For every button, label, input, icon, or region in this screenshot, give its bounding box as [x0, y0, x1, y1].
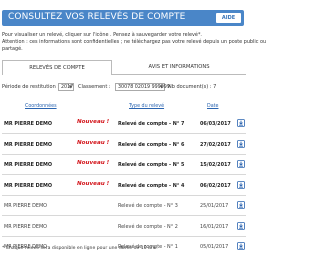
download-icon[interactable] [237, 221, 245, 230]
row-type: Relevé de compte - N° 5 [118, 162, 185, 168]
intro-line-1: Pour visualiser un relevé, cliquer sur l… [2, 32, 202, 38]
row-date: 15/02/2017 [200, 162, 231, 168]
help-button[interactable]: AIDE [216, 13, 241, 23]
tab-bar: RELEVÉS DE COMPTE AVIS ET INFORMATIONS [2, 60, 246, 75]
tab-avis[interactable]: AVIS ET INFORMATIONS [112, 60, 246, 75]
row-date: 16/01/2017 [200, 223, 229, 230]
filters-bar: Période de restitution : 2017 ▼ Classeme… [2, 83, 246, 93]
period-label: Période de restitution : [2, 84, 60, 90]
row-type: Relevé de compte - N° 6 [118, 141, 185, 148]
page-header: CONSULTEZ VOS RELEVÉS DE COMPTE AIDE [2, 10, 244, 26]
footnote: * Chaque relevé sera disponible en ligne… [2, 246, 158, 251]
download-icon[interactable] [237, 201, 245, 209]
download-icon[interactable] [237, 242, 245, 250]
row-owner: MR PIERRE DEMO [4, 141, 53, 148]
table-row: MR PIERRE DEMO Nouveau ! Relevé de compte … [2, 176, 246, 196]
classement-label: Classement : [78, 84, 111, 90]
column-header-date[interactable]: Date [207, 104, 218, 109]
intro-text: Pour visualiser un relevé, cliquer sur l… [2, 32, 267, 53]
table-row: MR PIERRE DEMO Relevé de compte - N° 3 25/… [2, 196, 246, 216]
download-icon[interactable] [237, 119, 245, 127]
row-owner: MR PIERRE DEMO [4, 182, 53, 189]
table-row: MR PIERRE DEMO Nouveau ! Relevé de compte … [2, 135, 246, 155]
row-owner: MR PIERRE DEMO [4, 203, 48, 209]
page-title: CONSULTEZ VOS RELEVÉS DE COMPTE [8, 12, 186, 22]
intro-line-2: Attention : ces informations sont confid… [2, 39, 267, 45]
row-owner: MR PIERRE DEMO [4, 121, 53, 127]
row-owner: MR PIERRE DEMO [4, 162, 53, 168]
row-date: 05/01/2017 [200, 244, 229, 250]
download-icon[interactable] [237, 160, 245, 168]
row-type: Relevé de compte - N° 4 [118, 182, 185, 189]
period-select[interactable]: 2017 ▼ [58, 83, 74, 91]
column-header-coordonnees[interactable]: Coordonnées [25, 104, 57, 109]
classement-select[interactable]: 30078 02019 999999 ▼ [115, 83, 170, 91]
new-badge: Nouveau ! [77, 160, 110, 166]
documents-count: Nb document(s) : 7 [168, 84, 217, 90]
new-badge: Nouveau ! [77, 139, 110, 146]
new-badge: Nouveau ! [77, 180, 110, 187]
intro-line-3: partagé. [2, 46, 23, 52]
row-date: 27/02/2017 [200, 141, 231, 148]
column-header-type[interactable]: Type du relevé [129, 104, 164, 109]
row-date: 06/02/2017 [200, 182, 231, 189]
chevron-down-icon: ▼ [68, 84, 72, 89]
row-date: 25/01/2017 [200, 203, 229, 209]
download-icon[interactable] [237, 139, 245, 148]
row-type: Relevé de compte - N° 3 [118, 203, 178, 209]
download-icon[interactable] [237, 180, 245, 189]
row-owner: MR PIERRE DEMO [4, 223, 48, 230]
tab-releves[interactable]: RELEVÉS DE COMPTE [2, 60, 112, 75]
new-badge: Nouveau ! [77, 119, 110, 125]
row-type: Relevé de compte - N° 2 [118, 223, 178, 230]
row-type: Relevé de compte - N° 7 [118, 121, 185, 127]
table-header: Coordonnées Type du relevé Date [2, 104, 246, 112]
table-row: MR PIERRE DEMO Nouveau ! Relevé de compte … [2, 114, 246, 134]
row-date: 06/03/2017 [200, 121, 231, 127]
table-row: MR PIERRE DEMO Relevé de compte - N° 2 16/… [2, 217, 246, 237]
table-row: MR PIERRE DEMO Nouveau ! Relevé de compte … [2, 155, 246, 175]
chevron-down-icon: ▼ [159, 84, 163, 89]
